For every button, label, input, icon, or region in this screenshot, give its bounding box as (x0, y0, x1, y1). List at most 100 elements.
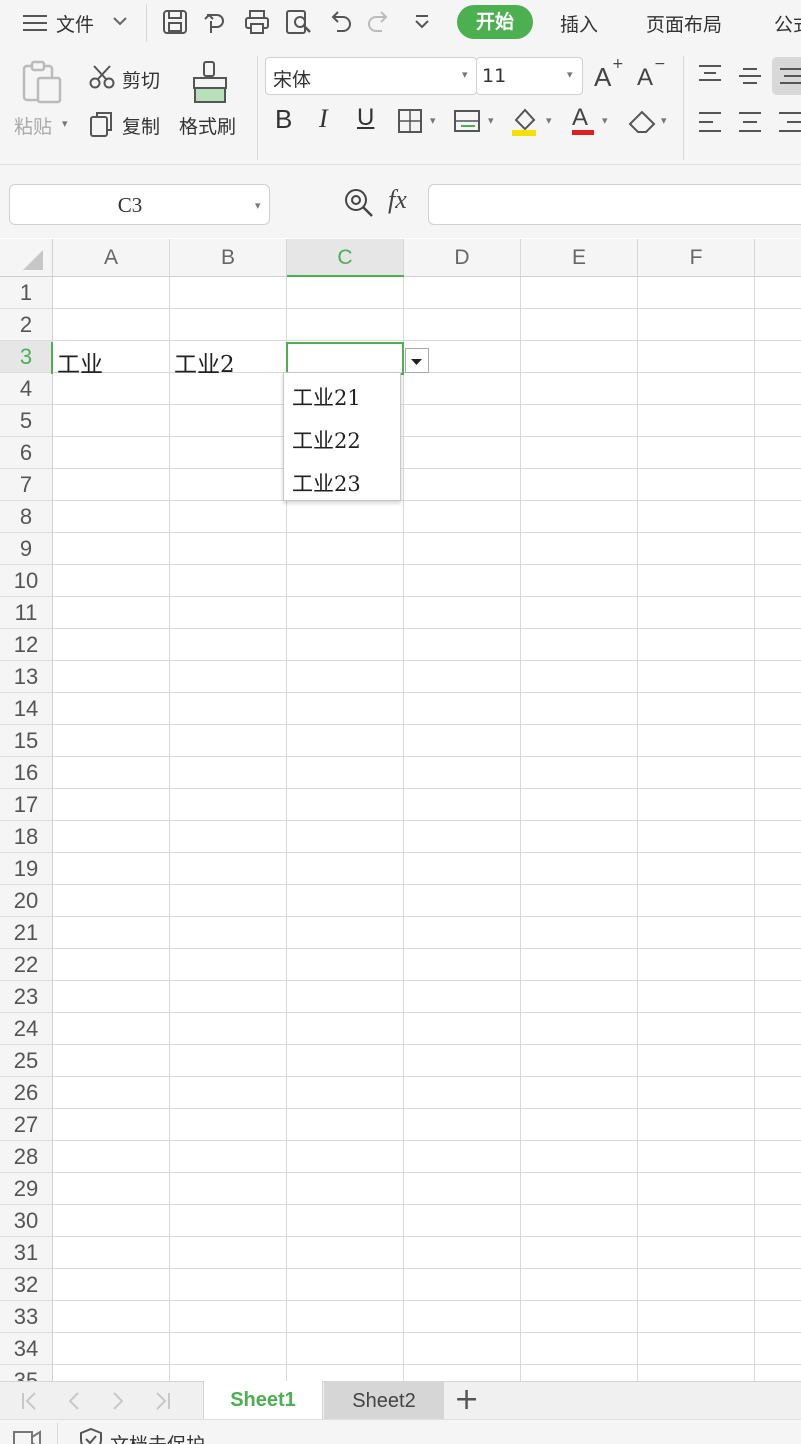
row-header-14[interactable]: 14 (0, 693, 53, 725)
row-header-35[interactable]: 35 (0, 1365, 53, 1381)
align-center-icon[interactable] (737, 110, 763, 134)
name-box[interactable]: C3 ▾ (9, 184, 270, 225)
row-header-4[interactable]: 4 (0, 373, 53, 405)
copy-button[interactable]: 复制 (122, 112, 160, 139)
row-header-25[interactable]: 25 (0, 1045, 53, 1077)
row-header-9[interactable]: 9 (0, 533, 53, 565)
row-header-28[interactable]: 28 (0, 1141, 53, 1173)
copy-icon[interactable] (89, 110, 115, 138)
next-sheet-icon[interactable] (108, 1390, 128, 1412)
scissors-icon[interactable] (88, 64, 116, 90)
row-header-18[interactable]: 18 (0, 821, 53, 853)
quick-access-dropdown-icon[interactable] (412, 12, 432, 32)
eraser-icon[interactable] (626, 108, 658, 134)
cell-format-caret[interactable]: ▾ (488, 114, 494, 127)
row-header-3[interactable]: 3 (0, 341, 53, 373)
zoom-search-icon[interactable] (343, 187, 375, 219)
row-header-30[interactable]: 30 (0, 1205, 53, 1237)
column-header-C[interactable]: C (287, 239, 404, 277)
row-header-22[interactable]: 22 (0, 949, 53, 981)
format-painter-icon[interactable] (190, 60, 230, 104)
tab-formulas[interactable]: 公式 (774, 10, 801, 37)
hamburger-icon[interactable] (22, 11, 48, 35)
row-header-17[interactable]: 17 (0, 789, 53, 821)
fill-color-caret[interactable]: ▾ (546, 114, 552, 127)
font-name-caret[interactable]: ▾ (462, 68, 468, 81)
first-sheet-icon[interactable] (20, 1390, 40, 1412)
align-bottom-button[interactable] (772, 57, 801, 95)
undo-icon[interactable] (327, 9, 353, 35)
document-protection-status[interactable]: 文档未保护 (110, 1430, 205, 1444)
sheet-tab-sheet1[interactable]: Sheet1 (203, 1381, 323, 1420)
select-all-corner[interactable] (0, 239, 53, 277)
row-header-27[interactable]: 27 (0, 1109, 53, 1141)
font-color-caret[interactable]: ▾ (602, 114, 608, 127)
row-header-11[interactable]: 11 (0, 597, 53, 629)
column-header-B[interactable]: B (170, 239, 287, 277)
column-header-A[interactable]: A (53, 239, 170, 277)
prev-sheet-icon[interactable] (64, 1390, 84, 1412)
paste-button[interactable]: 粘贴 (14, 112, 52, 139)
align-right-icon[interactable] (777, 110, 801, 134)
tab-home[interactable]: 开始 (457, 5, 533, 39)
file-menu[interactable]: 文件 (56, 10, 94, 37)
export-pdf-icon[interactable] (203, 9, 229, 35)
clear-caret[interactable]: ▾ (661, 114, 667, 127)
row-header-31[interactable]: 31 (0, 1237, 53, 1269)
row-header-32[interactable]: 32 (0, 1269, 53, 1301)
font-size-select[interactable]: 11 ▾ (476, 57, 583, 95)
italic-button[interactable]: I (319, 104, 328, 134)
column-header-E[interactable]: E (521, 239, 638, 277)
row-header-33[interactable]: 33 (0, 1301, 53, 1333)
font-color-button[interactable]: A (570, 104, 596, 138)
borders-caret[interactable]: ▾ (430, 114, 436, 127)
cell-A3[interactable]: 工业 (57, 345, 103, 379)
formula-input[interactable] (428, 184, 801, 225)
row-header-8[interactable]: 8 (0, 501, 53, 533)
row-header-5[interactable]: 5 (0, 405, 53, 437)
underline-button[interactable]: U (357, 104, 374, 132)
shrink-font-button[interactable]: A − (637, 56, 667, 92)
add-sheet-button[interactable]: + (454, 1382, 479, 1418)
row-header-2[interactable]: 2 (0, 309, 53, 341)
row-header-20[interactable]: 20 (0, 885, 53, 917)
fill-color-icon[interactable] (510, 104, 540, 138)
last-sheet-icon[interactable] (152, 1390, 172, 1412)
align-middle-icon[interactable] (737, 64, 763, 86)
row-header-7[interactable]: 7 (0, 469, 53, 501)
align-top-icon[interactable] (697, 64, 723, 86)
row-header-1[interactable]: 1 (0, 277, 53, 309)
tab-page-layout[interactable]: 页面布局 (646, 10, 722, 37)
print-icon[interactable] (244, 9, 270, 35)
row-header-16[interactable]: 16 (0, 757, 53, 789)
font-size-caret[interactable]: ▾ (567, 68, 573, 81)
cell-format-icon[interactable] (453, 108, 481, 134)
row-header-23[interactable]: 23 (0, 981, 53, 1013)
grow-font-button[interactable]: A + (594, 56, 624, 92)
paste-dropdown-caret[interactable]: ▾ (62, 117, 68, 130)
align-left-icon[interactable] (697, 110, 723, 134)
fx-button[interactable]: fx (388, 185, 407, 215)
column-header-F[interactable]: F (638, 239, 755, 277)
print-preview-icon[interactable] (285, 9, 313, 35)
row-header-13[interactable]: 13 (0, 661, 53, 693)
paste-icon[interactable] (20, 60, 64, 104)
sheet-tab-sheet2[interactable]: Sheet2 (324, 1382, 444, 1420)
cell-B3[interactable]: 工业2 (174, 345, 235, 379)
column-header-D[interactable]: D (404, 239, 521, 277)
validation-dropdown-button[interactable] (405, 348, 429, 373)
dropdown-option[interactable]: 工业22 (292, 425, 361, 455)
bold-button[interactable]: B (275, 104, 292, 135)
row-header-29[interactable]: 29 (0, 1173, 53, 1205)
redo-icon[interactable] (366, 9, 392, 35)
tab-insert[interactable]: 插入 (560, 10, 598, 37)
row-header-10[interactable]: 10 (0, 565, 53, 597)
format-painter-button[interactable]: 格式刷 (179, 112, 236, 139)
cut-button[interactable]: 剪切 (122, 66, 160, 93)
row-header-19[interactable]: 19 (0, 853, 53, 885)
dropdown-option[interactable]: 工业23 (292, 468, 361, 498)
chevron-down-icon[interactable] (112, 14, 128, 28)
row-header-24[interactable]: 24 (0, 1013, 53, 1045)
macro-record-icon[interactable] (12, 1428, 42, 1444)
active-cell-C3[interactable] (286, 342, 404, 375)
